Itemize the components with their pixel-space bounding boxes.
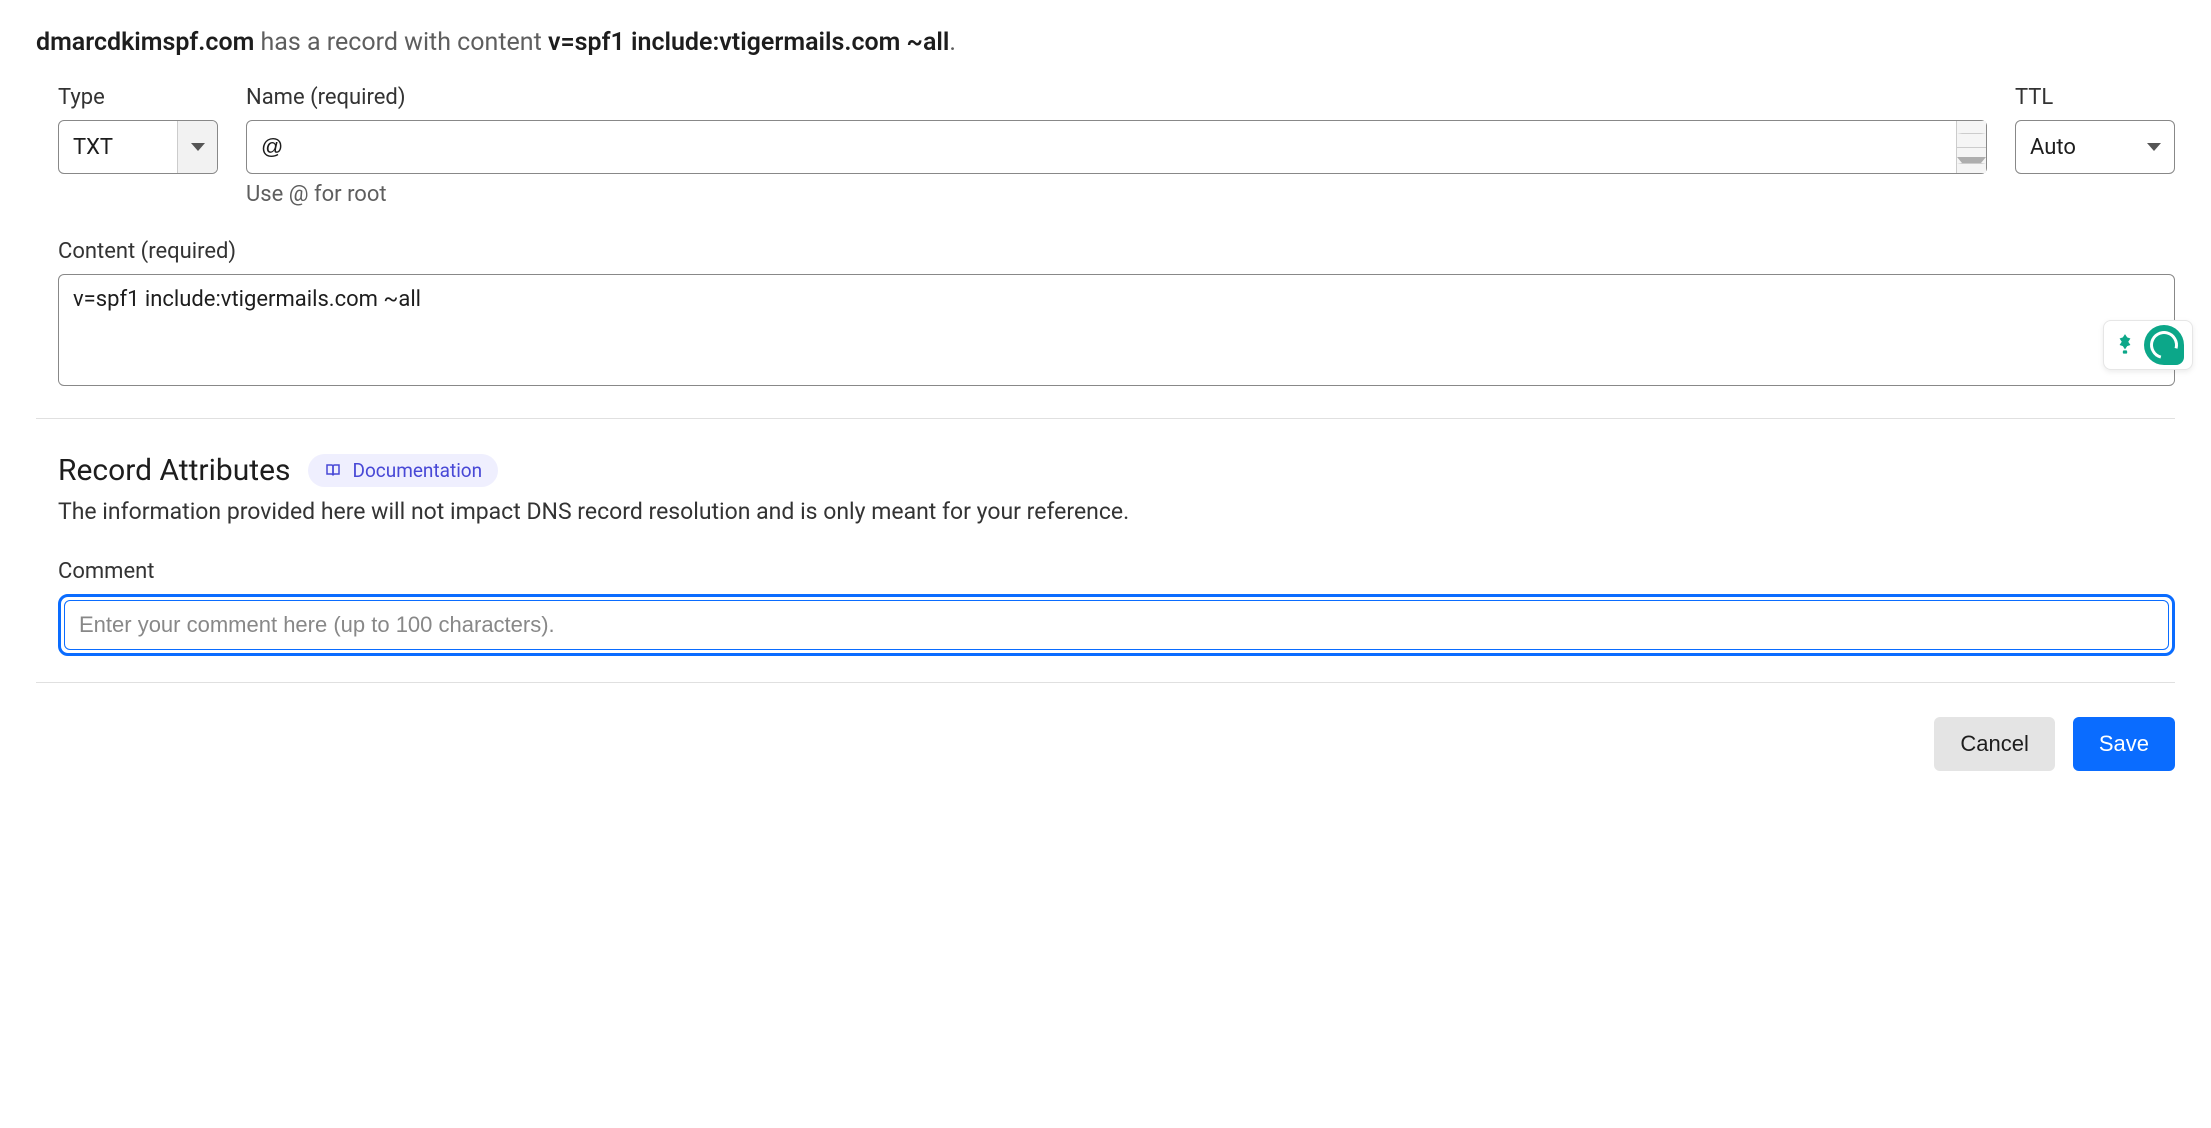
attributes-header: Record Attributes Documentation: [58, 453, 2175, 488]
ttl-select-button[interactable]: [2134, 121, 2174, 173]
header-mid: has a record with content: [254, 28, 548, 57]
ttl-label: TTL: [2015, 85, 2175, 110]
header-content-value: v=spf1 include:vtigermails.com ~all: [548, 28, 949, 57]
content-textarea[interactable]: [58, 274, 2175, 386]
content-field-group: Content (required): [58, 239, 2175, 392]
record-form-row: Type TXT Name (required) Use @ for root …: [58, 85, 2175, 207]
attributes-title: Record Attributes: [58, 453, 290, 488]
comment-label: Comment: [58, 559, 2175, 584]
content-label: Content (required): [58, 239, 2175, 264]
name-input[interactable]: [247, 134, 1956, 160]
triangle-up-icon: [1957, 133, 1986, 134]
comment-input-focus-ring: [58, 594, 2175, 656]
header-domain: dmarcdkimspf.com: [36, 28, 254, 57]
type-select[interactable]: TXT: [58, 120, 218, 174]
section-divider: [36, 682, 2175, 683]
spinner-up-button[interactable]: [1957, 121, 1986, 148]
chevron-down-icon: [2147, 143, 2161, 151]
ttl-field-group: TTL Auto: [2015, 85, 2175, 207]
header-end: .: [949, 28, 956, 57]
type-select-value: TXT: [59, 121, 177, 173]
spinner-down-button[interactable]: [1957, 148, 1986, 174]
type-select-button[interactable]: [177, 121, 217, 173]
name-hint: Use @ for root: [246, 182, 1987, 207]
triangle-down-icon: [1957, 157, 1986, 164]
name-input-wrap: [246, 120, 1987, 174]
chat-icon: [2144, 325, 2184, 365]
documentation-link[interactable]: Documentation: [308, 454, 498, 487]
name-field-group: Name (required) Use @ for root: [246, 85, 1987, 207]
save-button[interactable]: Save: [2073, 717, 2175, 771]
header-summary: dmarcdkimspf.com has a record with conte…: [36, 28, 2175, 57]
ttl-select[interactable]: Auto: [2015, 120, 2175, 174]
record-attributes-section: Record Attributes Documentation The info…: [58, 453, 2175, 656]
type-label: Type: [58, 85, 218, 110]
section-divider: [36, 418, 2175, 419]
documentation-label: Documentation: [352, 459, 482, 482]
lightbulb-icon: [2112, 332, 2138, 358]
type-field-group: Type TXT: [58, 85, 218, 207]
name-spinner: [1956, 121, 1986, 173]
cancel-button[interactable]: Cancel: [1934, 717, 2054, 771]
footer-actions: Cancel Save: [36, 717, 2175, 781]
attributes-description: The information provided here will not i…: [58, 498, 2175, 525]
chevron-down-icon: [191, 143, 205, 151]
comment-input[interactable]: [64, 600, 2169, 650]
help-widget[interactable]: [2103, 320, 2193, 370]
ttl-select-value: Auto: [2016, 121, 2134, 173]
name-label: Name (required): [246, 85, 1987, 110]
book-icon: [324, 462, 342, 480]
